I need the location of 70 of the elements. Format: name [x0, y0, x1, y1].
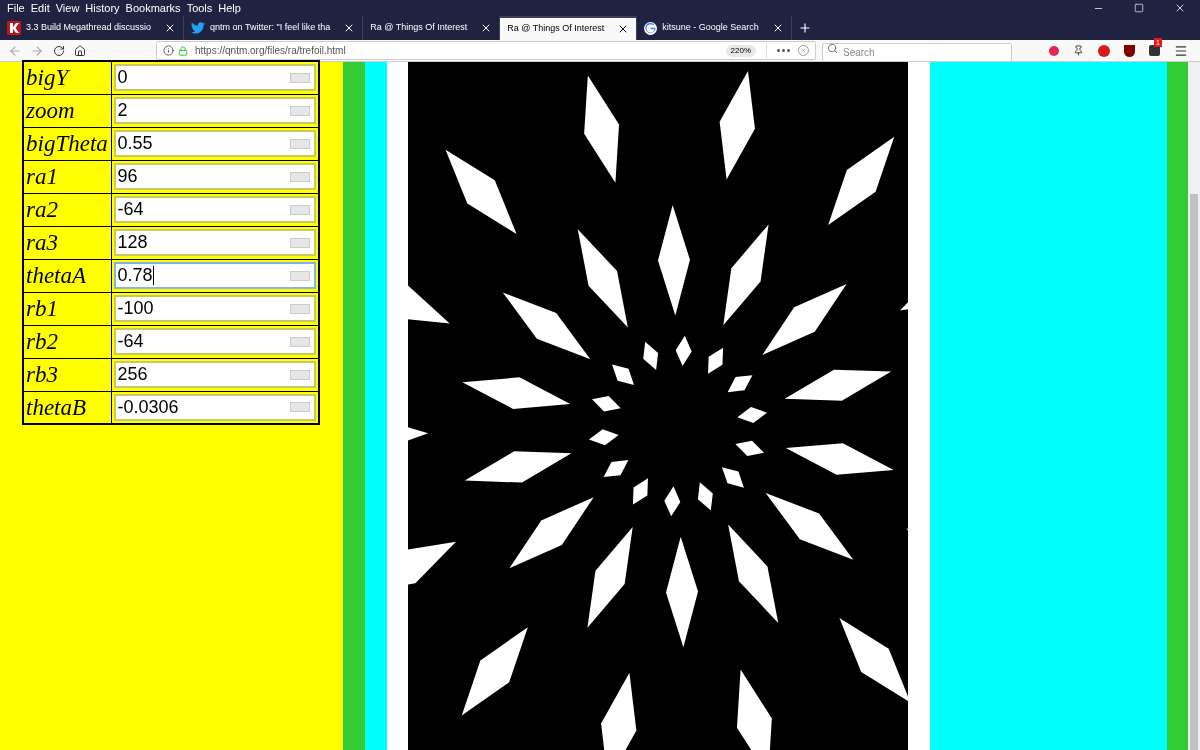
scrollbar[interactable] — [1188, 62, 1200, 750]
number-field[interactable]: 128 — [113, 229, 316, 256]
home-icon[interactable] — [74, 44, 86, 57]
menu-item[interactable]: Bookmarks — [122, 0, 184, 17]
field-value: 0 — [117, 66, 128, 90]
tracking-icon[interactable] — [798, 45, 809, 56]
parameter-label: rb3 — [23, 358, 111, 391]
parameter-label: rb2 — [23, 325, 111, 358]
zoom-level[interactable]: 220% — [725, 44, 756, 57]
shield-icon[interactable] — [1124, 44, 1135, 57]
number-field[interactable]: -64 — [113, 328, 316, 355]
new-tab-icon[interactable] — [797, 21, 812, 35]
field-value: -64 — [117, 198, 144, 221]
menu-item[interactable]: View — [52, 0, 83, 17]
parameter-label: ra2 — [23, 193, 111, 226]
number-field[interactable]: -64 — [113, 196, 316, 223]
field-value: -0.0306 — [117, 395, 179, 419]
tab-title: Ra @ Things Of Interest — [370, 21, 469, 35]
search-icon — [827, 42, 838, 54]
field-value: 2 — [117, 99, 128, 122]
menu-item[interactable]: History — [82, 0, 123, 17]
number-field[interactable]: 0 — [113, 64, 316, 92]
record-icon[interactable] — [1049, 45, 1059, 56]
number-field[interactable]: -0.0306 — [113, 393, 316, 421]
menu-item[interactable]: Edit — [27, 0, 53, 17]
url-text: https://qntm.org/files/ra/trefoil.html — [195, 44, 346, 58]
tab-title: kitsune - Google Search — [662, 21, 760, 35]
menu-item[interactable]: File — [4, 0, 28, 17]
parameter-label: ra1 — [23, 160, 111, 193]
page-actions-icon[interactable] — [777, 49, 790, 52]
scroll-thumb[interactable] — [1190, 194, 1198, 750]
lock-icon — [178, 45, 188, 56]
number-field[interactable]: -100 — [113, 295, 316, 322]
field-value: -100 — [117, 297, 154, 320]
tab-title: Ra @ Things Of Interest — [507, 22, 606, 36]
stop-sign-icon[interactable] — [1098, 44, 1110, 57]
browser-tab[interactable]: Ra @ Things Of Interest — [500, 16, 638, 40]
tab-title: qntm on Twitter: "I feel like tha — [210, 21, 332, 35]
g-logo-icon — [644, 21, 658, 35]
text-caret — [152, 266, 154, 285]
bird-icon — [191, 22, 206, 34]
parameter-label: bigY — [23, 61, 111, 94]
tab-title: 3.3 Build Megathread discussio — [26, 21, 153, 35]
number-field[interactable]: 2 — [113, 97, 316, 124]
menu-item[interactable]: Tools — [183, 0, 216, 17]
number-field[interactable]: 96 — [113, 163, 316, 190]
menu-icon[interactable] — [1174, 43, 1188, 58]
pin-icon[interactable] — [1073, 45, 1084, 56]
field-value: 0.55 — [117, 132, 153, 155]
number-field[interactable]: 0.55 — [113, 130, 316, 157]
parameter-label: zoom — [23, 94, 111, 127]
parameter-label: rb1 — [23, 292, 111, 325]
info-icon — [163, 45, 174, 56]
number-field[interactable]: 256 — [113, 361, 316, 388]
field-value: -64 — [117, 330, 144, 353]
parameter-label: thetaA — [23, 259, 111, 292]
number-field[interactable]: 0.78 — [113, 262, 316, 289]
field-value: 0.78 — [117, 264, 153, 287]
field-value: 256 — [117, 363, 148, 386]
k-logo-icon — [7, 21, 21, 35]
reload-icon[interactable] — [53, 44, 65, 57]
address-bar[interactable]: https://qntm.org/files/ra/trefoil.html 220% — [156, 41, 816, 60]
close-icon[interactable] — [1174, 2, 1186, 14]
menu-item[interactable]: Help — [215, 0, 244, 17]
field-value: 96 — [117, 165, 138, 188]
field-value: 128 — [117, 231, 148, 254]
parameter-label: ra3 — [23, 226, 111, 259]
restore-icon[interactable] — [1134, 3, 1144, 13]
parameter-label: bigTheta — [23, 127, 111, 160]
search-field[interactable]: Search — [822, 42, 1012, 62]
